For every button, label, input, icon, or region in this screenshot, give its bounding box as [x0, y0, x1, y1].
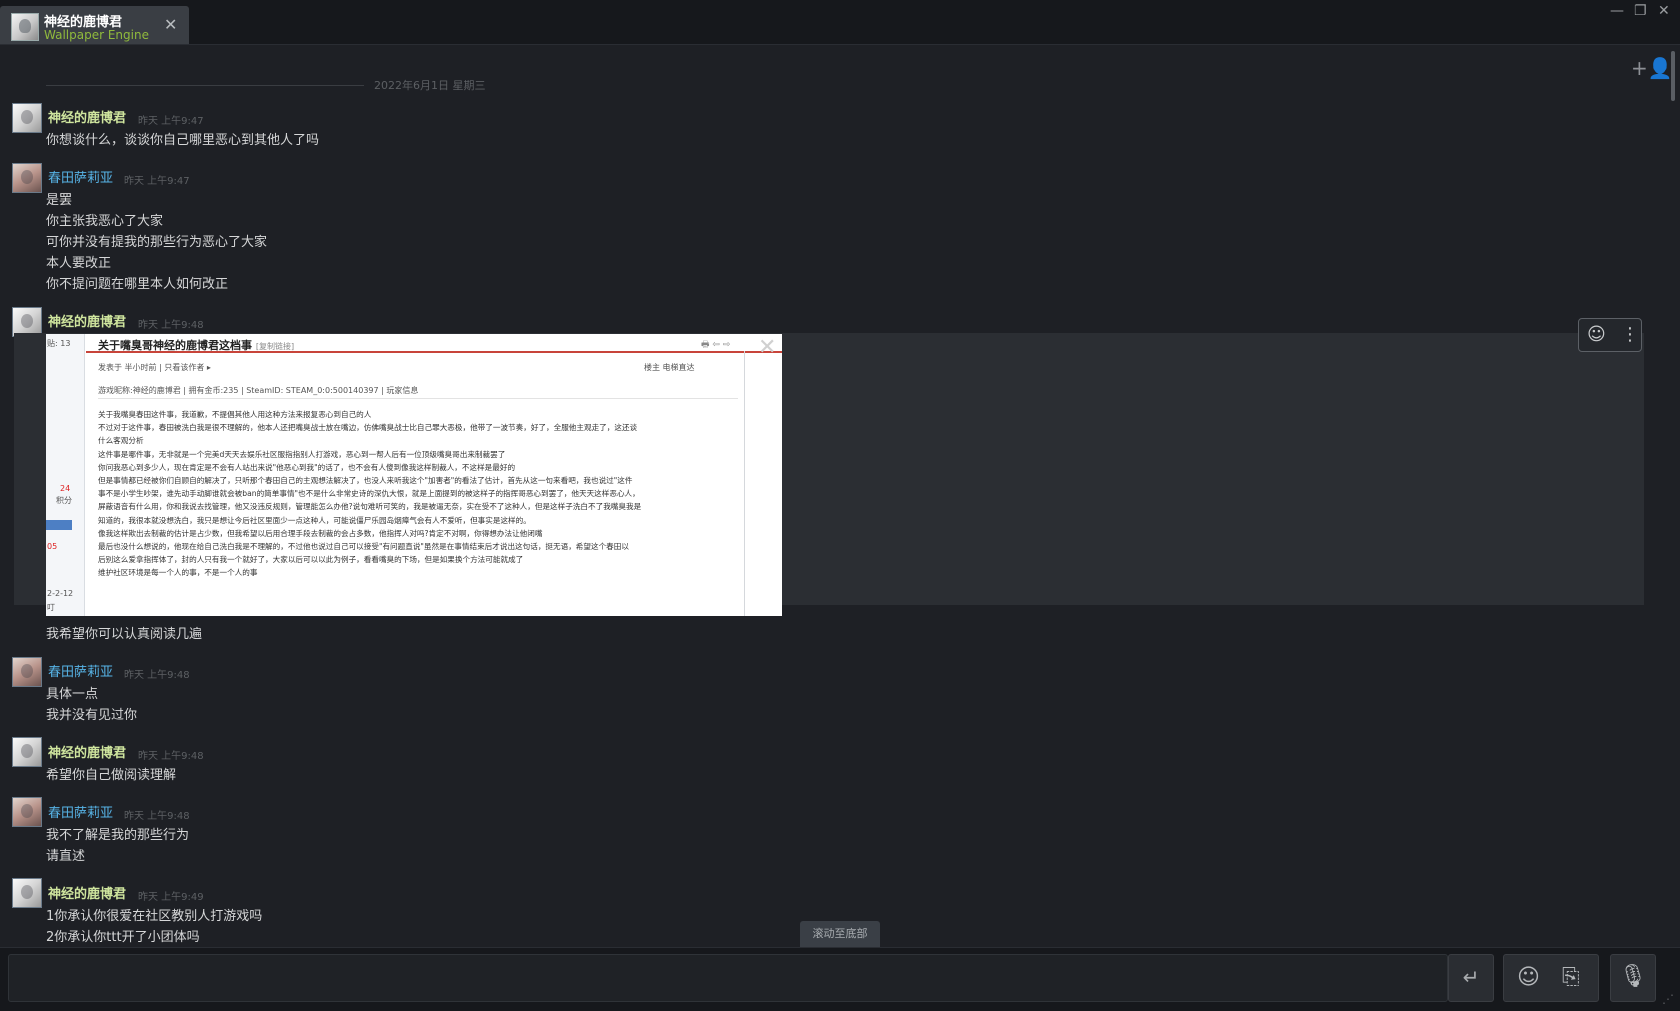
scroll-to-bottom-button[interactable]: 滚动至底部	[800, 921, 880, 947]
embedded-screenshot[interactable]: 贴: 13 24 积分 05 2-2-12 叮 关于嘴臭哥神经的鹿博君这档事 […	[46, 334, 782, 616]
sender-name[interactable]: 神经的鹿博君	[48, 742, 126, 761]
attach-icon[interactable]: ⎘	[1562, 965, 1580, 990]
add-friend-icon[interactable]: +👤	[1631, 57, 1673, 81]
sender-name[interactable]: 神经的鹿博君	[48, 883, 126, 902]
message-text: 是罢	[46, 193, 73, 208]
message-text: 我并没有见过你	[46, 708, 138, 723]
send-button[interactable]: ↵	[1448, 954, 1494, 1002]
message-text: 你不提问题在哪里本人如何改正	[46, 277, 229, 292]
restore-icon[interactable]: ❐	[1634, 3, 1647, 19]
sender-name[interactable]: 春田萨莉亚	[48, 802, 113, 821]
minimize-icon[interactable]: —	[1610, 3, 1624, 19]
message-time: 昨天 上午9:47	[138, 116, 204, 127]
avatar[interactable]	[12, 797, 42, 827]
message-time: 昨天 上午9:48	[138, 751, 204, 762]
sender-name[interactable]: 神经的鹿博君	[48, 107, 126, 126]
message-text: 希望你自己做阅读理解	[46, 768, 177, 783]
embed-close-icon[interactable]: ✕	[758, 335, 776, 360]
message-time: 昨天 上午9:47	[124, 176, 190, 187]
chat-scrollbar[interactable]	[1670, 45, 1678, 945]
message-text: 本人要改正	[46, 256, 112, 271]
close-window-icon[interactable]: ✕	[1658, 3, 1670, 19]
date-separator: 2022年6月1日 星期三	[46, 75, 486, 95]
message-text: 你主张我恶心了大家	[46, 214, 164, 229]
avatar[interactable]	[12, 657, 42, 687]
message-text: 请直述	[46, 849, 86, 864]
avatar[interactable]	[12, 878, 42, 908]
embed-toolbar: ☺ ⋮	[1578, 318, 1642, 352]
tab-avatar	[11, 13, 39, 41]
message-time: 昨天 上午9:48	[138, 320, 204, 331]
chat-input[interactable]	[8, 954, 1448, 1002]
message-text: 可你并没有提我的那些行为恶心了大家	[46, 235, 268, 250]
message-text: 1你承认你很爱在社区教别人打游戏吗	[46, 909, 263, 924]
forum-user-info: 游戏昵称:神经的鹿博君 | 拥有金币:235 | SteamID: STEAM_…	[98, 386, 419, 395]
title-bar: 神经的鹿博君 Wallpaper Engine ✕ — ❐ ✕	[0, 0, 1680, 45]
tab-close-icon[interactable]: ✕	[164, 15, 177, 34]
more-options-icon[interactable]: ⋮	[1621, 324, 1639, 345]
resize-grip-icon[interactable]: ⋰	[1662, 992, 1674, 1006]
add-reaction-icon[interactable]: ☺	[1587, 324, 1606, 345]
sender-name[interactable]: 春田萨莉亚	[48, 661, 113, 680]
avatar[interactable]	[12, 103, 42, 133]
avatar[interactable]	[12, 163, 42, 193]
forum-user-panel: 贴: 13 24 积分 05 2-2-12 叮	[46, 334, 85, 616]
tab-subtitle: Wallpaper Engine	[44, 28, 149, 42]
message-text: 你想谈什么，谈谈你自己哪里恶心到其他人了吗	[46, 133, 320, 148]
message-text: 2你承认你ttt开了小团体吗	[46, 930, 200, 945]
forum-post-meta-right: 楼主 电梯直达	[644, 363, 695, 372]
input-bar: ↵ ☺ ⎘ 🎙	[0, 947, 1680, 1011]
sender-name[interactable]: 神经的鹿博君	[48, 311, 126, 330]
input-tools: ☺ ⎘	[1503, 954, 1599, 1002]
message-text: 具体一点	[46, 687, 99, 702]
message-time: 昨天 上午9:48	[124, 670, 190, 681]
message-time: 昨天 上午9:48	[124, 811, 190, 822]
chat-log: 2022年6月1日 星期三 +👤 神经的鹿博君 昨天 上午9:47 你想谈什么，…	[0, 45, 1673, 945]
scroll-thumb[interactable]	[1671, 51, 1675, 101]
avatar[interactable]	[12, 737, 42, 767]
chat-tab[interactable]: 神经的鹿博君 Wallpaper Engine ✕	[0, 6, 189, 44]
message-text: 我不了解是我的那些行为	[46, 828, 190, 843]
message-text: 我希望你可以认真阅读几遍	[46, 627, 203, 642]
message-time: 昨天 上午9:49	[138, 892, 204, 903]
voice-chat-icon[interactable]: 🎙	[1610, 954, 1656, 1002]
forum-post-body: 关于我嘴臭春田这件事，我道歉，不提倡其他人用这种方法来报复恶心到自己的人 不过对…	[98, 410, 642, 578]
sender-name[interactable]: 春田萨莉亚	[48, 167, 113, 186]
emoji-icon[interactable]: ☺	[1517, 965, 1540, 990]
forum-post-meta: 发表于 半小时前 | 只看该作者 ▸	[98, 363, 211, 372]
